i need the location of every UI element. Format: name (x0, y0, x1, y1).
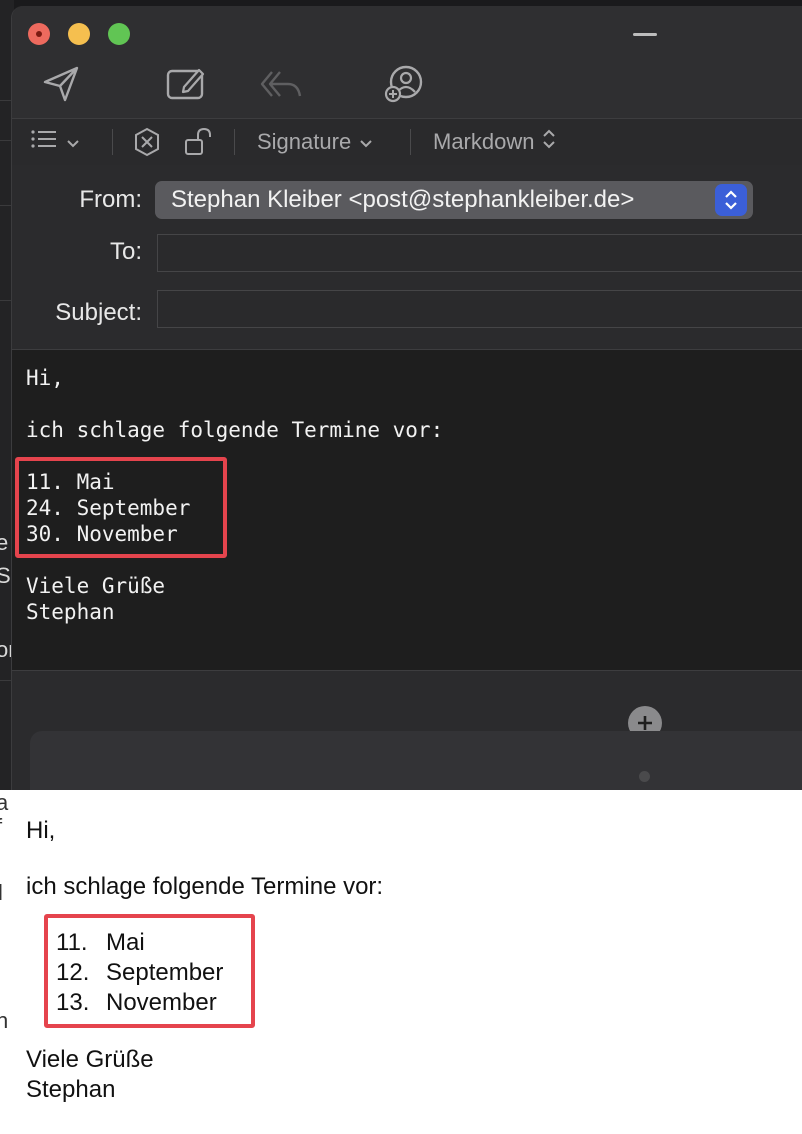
to-field[interactable] (157, 234, 802, 272)
chevron-updown-icon (542, 128, 556, 156)
editor-line: Viele Grüße (26, 574, 166, 598)
markdown-label: Markdown (433, 129, 535, 154)
from-select[interactable]: Stephan Kleiber <post@stephankleiber.de> (155, 181, 753, 219)
highlight-box (15, 457, 227, 558)
reply-all-icon[interactable] (258, 62, 302, 106)
close-button[interactable] (28, 23, 50, 45)
background-text: h (0, 1008, 9, 1033)
title-bar (12, 6, 802, 118)
rendered-preview: Hi, ich schlage folgende Termine vor: 11… (0, 790, 802, 1134)
zoom-button[interactable] (108, 23, 130, 45)
markdown-menu[interactable]: Markdown (433, 119, 556, 165)
chevron-down-icon (359, 129, 373, 155)
to-label: To: (109, 238, 142, 265)
gear-icon[interactable] (132, 119, 162, 165)
compose-window: Signature Markdown From: Stephan Kleiber… (11, 6, 802, 790)
subject-field[interactable] (157, 290, 802, 328)
window-minimize-indicator[interactable] (633, 33, 657, 36)
background-text: e (0, 530, 9, 555)
message-headers: From: Stephan Kleiber <post@stephankleib… (12, 165, 802, 348)
signature-label: Signature (257, 129, 352, 154)
signature-menu[interactable]: Signature (257, 119, 373, 165)
minimize-button[interactable] (68, 23, 90, 45)
format-bar: Signature Markdown (12, 118, 802, 166)
markdown-editor[interactable]: Hi, ich schlage folgende Termine vor: 11… (12, 349, 802, 670)
preview-greeting: Hi, (26, 817, 56, 844)
background-text: S (0, 563, 11, 588)
editor-line: ich schlage folgende Termine vor: (26, 418, 444, 442)
from-value: Stephan Kleiber <post@stephankleiber.de> (171, 186, 635, 213)
preview-intro: ich schlage folgende Termine vor: (26, 873, 384, 900)
attachment-pane (12, 670, 802, 790)
add-contact-icon[interactable] (381, 62, 425, 106)
chevron-updown-icon[interactable] (715, 184, 747, 216)
unlock-icon[interactable] (184, 119, 212, 165)
preview-name: Stephan (26, 1076, 116, 1103)
from-label: From: (79, 186, 142, 213)
background-text: a (0, 790, 9, 815)
background-text: f (0, 814, 2, 840)
background-window-edge: a f l h (0, 790, 10, 1134)
list-format-button[interactable] (30, 119, 80, 165)
editor-line: Hi, (26, 366, 64, 390)
attachment-area[interactable] (30, 731, 802, 790)
subject-label: Subject: (55, 299, 142, 326)
editor-line: Stephan (26, 600, 115, 624)
chevron-down-icon (66, 129, 80, 155)
highlight-box (44, 914, 255, 1028)
send-icon[interactable] (39, 62, 83, 106)
background-text: l (0, 880, 3, 905)
list-icon (30, 128, 58, 156)
splitter-handle[interactable] (639, 771, 650, 782)
new-message-icon[interactable] (164, 62, 208, 106)
preview-closing: Viele Grüße (26, 1046, 154, 1073)
